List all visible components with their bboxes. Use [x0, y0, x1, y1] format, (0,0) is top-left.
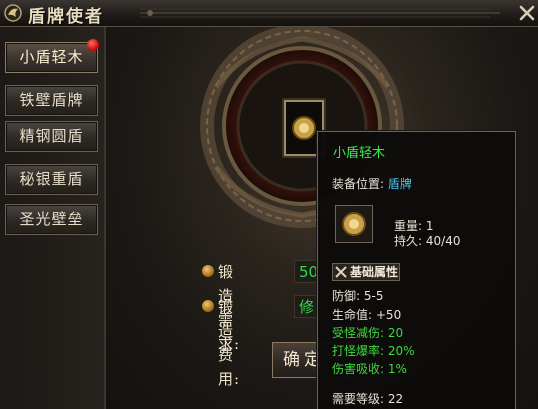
attr-label: 打怪爆率:	[332, 344, 385, 358]
weight-value: 1	[425, 219, 434, 233]
close-icon[interactable]	[518, 3, 536, 23]
forge-cost-label: 锻造费用:	[218, 298, 241, 388]
attr-label: 防御:	[332, 289, 361, 303]
attr-value: 20	[387, 326, 404, 340]
attr-defense: 防御: 5-5	[332, 287, 383, 304]
durability-line: 持久: 40/40	[394, 232, 460, 249]
slot-line: 装备位置: 盾牌	[332, 175, 412, 192]
tab-small-shield-light-wood[interactable]: 小盾轻木	[5, 39, 99, 73]
attr-label: 生命值:	[332, 308, 373, 322]
tab-label: 小盾轻木	[19, 48, 84, 66]
title-ornament	[140, 8, 500, 18]
shield-envoy-window: 盾牌使者 小盾轻木 铁壁盾牌 精钢圆盾 秘银重盾 圣光壁垒 锻造需求: 50 锻…	[0, 0, 538, 409]
slot-value: 盾牌	[387, 177, 412, 191]
durability-value: 40/40	[425, 234, 461, 248]
gold-bullet-icon	[202, 265, 214, 277]
level-value: 22	[387, 392, 404, 406]
attr-damage-reduction: 受怪减伤: 20	[332, 324, 403, 341]
attr-label: 伤害吸收:	[332, 362, 385, 376]
tab-label: 秘银重盾	[19, 170, 84, 188]
tab-mithril-heavy-shield[interactable]: 秘银重盾	[5, 164, 98, 195]
weight-label: 重量:	[394, 219, 423, 233]
tab-iron-wall-shield[interactable]: 铁壁盾牌	[5, 85, 98, 116]
title-bar[interactable]: 盾牌使者	[0, 0, 538, 27]
attr-value: 5-5	[363, 289, 384, 303]
tab-label: 精钢圆盾	[19, 127, 84, 145]
attr-label: 受怪减伤:	[332, 326, 385, 340]
gold-bullet-icon	[202, 300, 214, 312]
attr-damage-absorb: 伤害吸收: 1%	[332, 360, 407, 377]
item-icon-frame	[335, 205, 373, 243]
attr-hp: 生命值: +50	[332, 306, 401, 323]
crossed-swords-icon	[335, 266, 347, 278]
durability-label: 持久:	[394, 234, 423, 248]
slot-label: 装备位置:	[332, 177, 385, 191]
window-title: 盾牌使者	[28, 7, 104, 27]
attr-section-title: 基础属性	[350, 265, 399, 279]
tab-label: 铁壁盾牌	[19, 91, 84, 109]
tab-label: 圣光壁垒	[19, 210, 84, 228]
attr-value: 20%	[387, 344, 415, 358]
notification-dot	[87, 39, 99, 51]
level-label: 需要等级:	[332, 392, 385, 406]
item-tooltip: 小盾轻木 装备位置: 盾牌 重量: 1 持久: 40/40 基础属性 防御: 5…	[317, 131, 516, 409]
shield-coin-icon	[342, 212, 366, 236]
tab-holy-light-bulwark[interactable]: 圣光壁垒	[5, 204, 98, 235]
dragon-emblem-icon	[4, 4, 22, 22]
level-requirement: 需要等级: 22	[332, 390, 403, 407]
item-name: 小盾轻木	[333, 146, 386, 161]
attr-section-header: 基础属性	[332, 263, 400, 281]
attr-value: +50	[375, 308, 402, 322]
sidebar: 小盾轻木 铁壁盾牌 精钢圆盾 秘银重盾 圣光壁垒	[0, 27, 106, 409]
attr-value: 1%	[387, 362, 407, 376]
attr-drop-rate: 打怪爆率: 20%	[332, 342, 415, 359]
tab-fine-steel-round-shield[interactable]: 精钢圆盾	[5, 121, 98, 152]
